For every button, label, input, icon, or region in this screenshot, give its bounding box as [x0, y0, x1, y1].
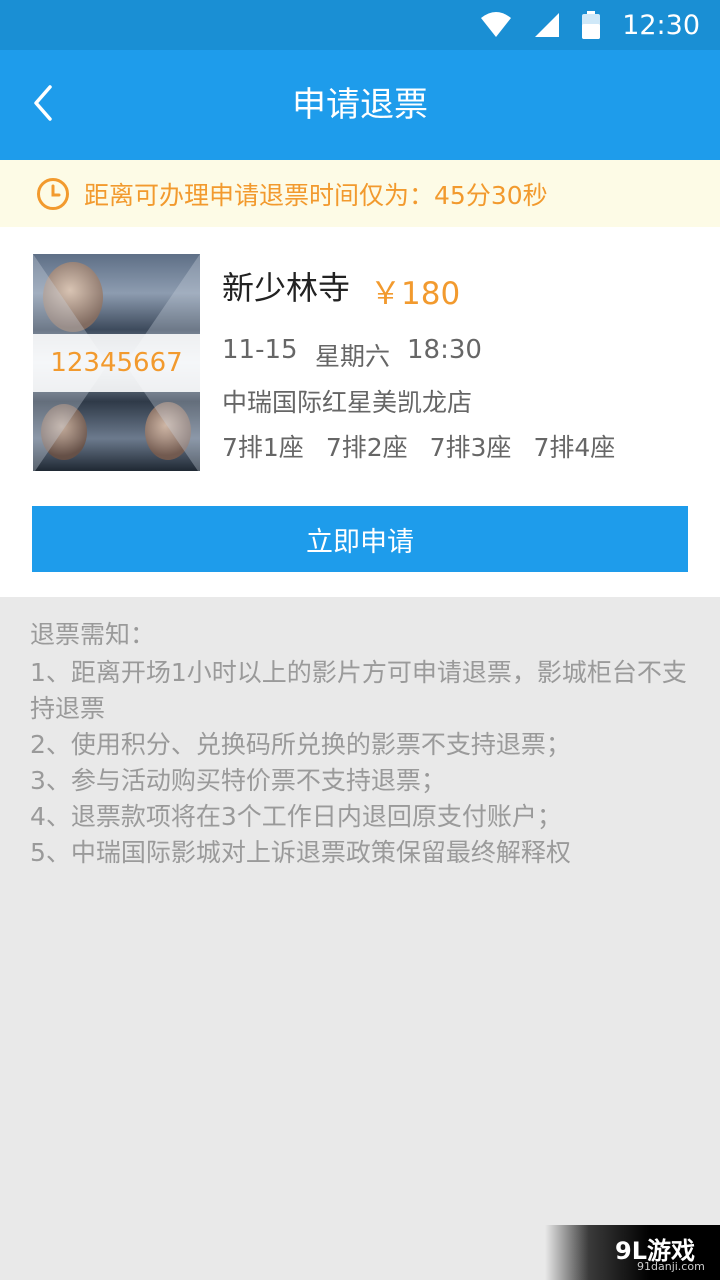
watermark-site: 91danji.com [637, 1260, 705, 1273]
apply-refund-button[interactable]: 立即申请 [32, 506, 688, 572]
clock-icon [36, 177, 70, 211]
watermark: 9L游戏 91danji.com [545, 1225, 720, 1280]
ticket-code: 12345667 [33, 334, 200, 392]
rule-item: 3、参与活动购买特价票不支持退票； [30, 766, 446, 795]
rule-item: 2、使用积分、兑换码所兑换的影票不支持退票； [30, 730, 571, 759]
show-date: 11-15 [222, 335, 298, 365]
movie-title: 新少林寺 [222, 269, 351, 307]
seat-item: 7排1座 [222, 433, 304, 462]
page-title: 申请退票 [292, 85, 428, 125]
chevron-left-icon [32, 85, 54, 125]
back-button[interactable] [18, 78, 68, 132]
refund-countdown-notice: 距离可办理申请退票时间仅为：45分30秒 [0, 160, 720, 227]
show-time: 18:30 [407, 335, 482, 365]
battery-icon [582, 11, 601, 39]
show-weekday: 星期六 [315, 342, 391, 371]
seat-list: 7排1座 7排2座 7排3座 7排4座 [222, 428, 637, 464]
notice-text: 距离可办理申请退票时间仅为：45分30秒 [84, 180, 548, 210]
status-bar: 12:30 [0, 0, 720, 50]
seat-item: 7排2座 [325, 433, 408, 462]
seat-item: 7排4座 [533, 433, 616, 462]
wifi-icon [480, 12, 512, 38]
cinema-name: 中瑞国际红星美凯龙店 [222, 388, 473, 417]
movie-poster: 12345667 [33, 254, 200, 471]
signal-icon [534, 12, 560, 38]
status-time: 12:30 [622, 9, 700, 41]
rule-item: 4、退票款项将在3个工作日内退回原支付账户； [30, 802, 562, 831]
rule-item: 5、中瑞国际影城对上诉退票政策保留最终解释权 [30, 838, 571, 867]
ticket-card: 12345667 新少林寺 ￥180 11-15 星期六 18:30 中瑞国际红… [0, 227, 720, 597]
title-bar: 申请退票 [0, 50, 720, 160]
refund-rules: 退票需知： 1、距离开场1小时以上的影片方可申请退票，影城柜台不支持退票 2、使… [30, 617, 700, 871]
seat-item: 7排3座 [429, 433, 512, 462]
rule-item: 1、距离开场1小时以上的影片方可申请退票，影城柜台不支持退票 [30, 658, 687, 723]
ticket-price: ￥180 [370, 276, 461, 312]
rules-title: 退票需知： [30, 620, 156, 649]
